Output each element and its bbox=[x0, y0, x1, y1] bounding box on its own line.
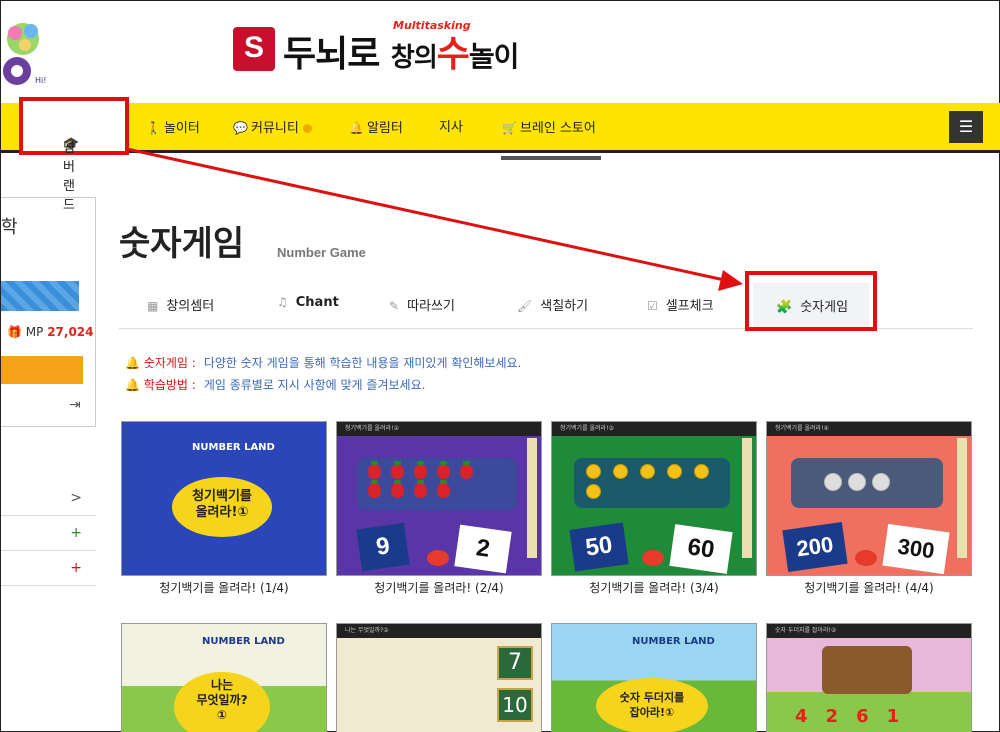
flag-left: 200 bbox=[782, 522, 848, 572]
brush-icon: 🖌 bbox=[517, 299, 533, 313]
game-card-3[interactable]: 청기백기를 올려라!③ 50 60 bbox=[551, 421, 757, 576]
walk-icon: 🚶 bbox=[146, 121, 161, 135]
game-title-badge: 청기백기를 올려라!① bbox=[172, 477, 272, 537]
game-topbar: 청기백기를 올려라!④ bbox=[767, 422, 971, 436]
cart-icon: 🛒 bbox=[502, 121, 517, 135]
crab-icon bbox=[855, 550, 877, 566]
tab-coloring[interactable]: 🖌 색칠하기 bbox=[517, 295, 588, 314]
left-logo[interactable]: Hi! bbox=[1, 11, 61, 101]
page-subtitle: Number Game bbox=[277, 245, 366, 260]
numberland-logo: NUMBER LAND bbox=[202, 636, 285, 647]
nav-item-playground[interactable]: 🚶 놀이터 bbox=[146, 103, 200, 153]
game-title-badge: 숫자 두더지를 잡아라!① bbox=[596, 678, 708, 732]
notification-dot bbox=[302, 124, 312, 133]
alarm-icon: 🔔 bbox=[125, 356, 140, 370]
circle-panel bbox=[791, 458, 943, 508]
game-caption-3[interactable]: 청기백기를 올려라! (3/4) bbox=[551, 579, 757, 596]
info-line-2: 🔔 학습방법 : 게임 종류별로 지시 사항에 맞게 즐겨보세요. bbox=[125, 378, 426, 392]
game-topbar: 청기백기를 올려라!③ bbox=[552, 422, 756, 436]
number-board-a: 7 bbox=[497, 646, 533, 680]
brand-badge: S bbox=[233, 27, 275, 71]
flag-right: 60 bbox=[669, 524, 733, 574]
main-nav: 🚶 놀이터 💬 커뮤니티 🔔 알림터 지사 🛒 브레인 스토어 bbox=[1, 103, 1000, 153]
nav-item-store[interactable]: 🛒 브레인 스토어 bbox=[502, 103, 596, 153]
game-card-2[interactable]: 청기백기를 올려라!② 9 2 bbox=[336, 421, 542, 576]
nav-item-branch[interactable]: 지사 bbox=[439, 103, 463, 153]
sidebar-partial-text: 학 bbox=[1, 217, 18, 238]
coin-panel bbox=[574, 458, 730, 508]
calculator-icon: ▦ bbox=[147, 299, 159, 313]
check-icon: ☑ bbox=[647, 299, 658, 313]
tab-number-game-label: 🧩 숫자게임 bbox=[776, 300, 849, 315]
game-card-6[interactable]: 나는 무엇일까?② 7 10 bbox=[336, 623, 542, 732]
page-title: 숫자게임 bbox=[119, 224, 245, 264]
sidebar-row-3[interactable]: + bbox=[1, 551, 96, 586]
flag-right: 300 bbox=[882, 523, 950, 575]
level-progress-bar bbox=[1, 281, 79, 311]
game-card-5[interactable]: NUMBER LAND 나는 무엇일까? ① bbox=[121, 623, 327, 732]
list-menu-icon[interactable]: ☰ bbox=[949, 111, 983, 143]
tab-creative-calc[interactable]: ▦ 창의셈터 bbox=[147, 295, 214, 314]
number-board-b: 10 bbox=[497, 688, 533, 722]
alarm-icon: 🔔 bbox=[125, 378, 140, 392]
nav-divider bbox=[501, 156, 601, 160]
numberland-logo: NUMBER LAND bbox=[192, 442, 275, 453]
mole-digits: 4261 bbox=[795, 706, 918, 727]
game-title-badge: 나는 무엇일까? ① bbox=[174, 672, 270, 732]
game-topbar: 나는 무엇일까?② bbox=[337, 624, 541, 638]
info-line-1: 🔔 숫자게임 : 다양한 숫자 게임을 통해 학습한 내용을 재미있게 확인해보세… bbox=[125, 356, 522, 370]
game-caption-1[interactable]: 청기백기를 올려라! (1/4) bbox=[121, 579, 327, 596]
tab-chant[interactable]: ♫ Chant bbox=[277, 295, 339, 310]
flag-left: 50 bbox=[569, 522, 629, 572]
bell-icon: 🔔 bbox=[349, 121, 364, 135]
nav-item-numberland[interactable]: 🎓 넘버랜드 bbox=[19, 97, 129, 213]
tab-self-check[interactable]: ☑ 셀프체크 bbox=[647, 295, 714, 314]
nav-item-notice[interactable]: 🔔 알림터 bbox=[349, 103, 403, 153]
svg-text:Hi!: Hi! bbox=[35, 76, 46, 85]
brand-sup: Multitasking bbox=[393, 19, 471, 32]
game-card-8[interactable]: 숫자 두더지를 잡아라!② 4261 bbox=[766, 623, 972, 732]
sidebar-action-button[interactable] bbox=[1, 356, 83, 384]
game-card-7[interactable]: NUMBER LAND 숫자 두더지를 잡아라!① bbox=[551, 623, 757, 732]
game-topbar: 청기백기를 올려라!② bbox=[337, 422, 541, 436]
game-sidebar bbox=[742, 438, 752, 558]
flag-right: 2 bbox=[454, 524, 512, 574]
hands-board bbox=[822, 646, 912, 694]
crab-icon bbox=[642, 550, 664, 566]
logout-icon[interactable]: ⇥ bbox=[69, 397, 81, 413]
flag-left: 9 bbox=[356, 522, 410, 572]
puzzle-icon: 🧩 bbox=[776, 300, 793, 315]
game-card-4[interactable]: 청기백기를 올려라!④ 200 300 bbox=[766, 421, 972, 576]
pencil-icon: ✎ bbox=[389, 299, 400, 313]
brand-logo[interactable]: S 두뇌로 창의수놀이 Multitasking bbox=[233, 19, 553, 77]
chat-icon: 💬 bbox=[233, 121, 248, 135]
music-icon: ♫ bbox=[277, 295, 288, 309]
game-sidebar bbox=[957, 438, 967, 558]
crab-icon bbox=[427, 550, 449, 566]
game-caption-2[interactable]: 청기백기를 올려라! (2/4) bbox=[336, 579, 542, 596]
game-topbar: 숫자 두더지를 잡아라!② bbox=[767, 624, 971, 638]
game-sidebar bbox=[527, 438, 537, 558]
numberland-logo: NUMBER LAND bbox=[632, 636, 715, 647]
game-card-1[interactable]: NUMBER LAND 청기백기를 올려라!① bbox=[121, 421, 327, 576]
mp-points: 🎁 MP 27,024 bbox=[7, 325, 94, 339]
sidebar-row-1[interactable]: > bbox=[1, 481, 96, 516]
tab-tracing[interactable]: ✎ 따라쓰기 bbox=[389, 295, 455, 314]
sidebar-row-2[interactable]: + bbox=[1, 516, 96, 551]
gift-icon: 🎁 bbox=[7, 325, 22, 339]
strawberry-panel bbox=[357, 458, 517, 510]
nav-item-community[interactable]: 💬 커뮤니티 bbox=[233, 103, 312, 153]
brand-title: 두뇌로 창의수놀이 bbox=[283, 34, 519, 75]
game-caption-4[interactable]: 청기백기를 올려라! (4/4) bbox=[766, 579, 972, 596]
